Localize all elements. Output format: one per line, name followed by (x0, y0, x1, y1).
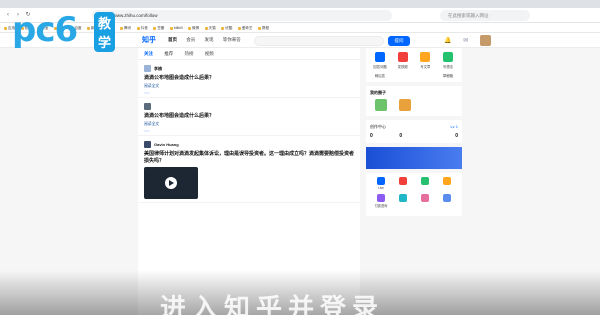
watermark-badge: 教学 (94, 12, 116, 52)
post-video-button[interactable]: 发视频 (393, 52, 413, 69)
answer-later-link[interactable]: 稍后答 (370, 73, 390, 78)
creator-stats: 0 0 0 (370, 133, 458, 139)
ask-button[interactable]: 提问 (388, 36, 410, 46)
browser-tab-strip (0, 0, 600, 8)
bookmark-item[interactable]: 腾讯 (120, 26, 131, 31)
upvote-button[interactable] (144, 92, 150, 94)
header-icons: 🔔 ✉ (444, 37, 478, 44)
author-avatar[interactable] (144, 141, 151, 148)
circles-panel: 我的圈子 (366, 86, 462, 116)
back-icon[interactable]: ‹ (4, 11, 12, 19)
message-icon[interactable]: ✉ (463, 38, 468, 44)
store-icon (443, 194, 451, 202)
bookmark-item[interactable]: 微博 (188, 26, 199, 31)
url-input[interactable]: https://www.zhihu.com/follow (92, 10, 392, 21)
tool-item[interactable] (392, 177, 414, 190)
bookmark-item[interactable]: 天猫 (205, 26, 216, 31)
zhihu-logo[interactable]: 知乎 (142, 35, 156, 45)
promo-banner[interactable] (366, 147, 462, 169)
creator-center-title[interactable]: 创作中心 (370, 124, 386, 130)
nav-home[interactable]: 首页 (168, 37, 177, 42)
author-name[interactable]: Gavin Huang (154, 142, 179, 147)
author-avatar[interactable] (144, 103, 151, 110)
tab-follow[interactable]: 关注 (144, 51, 153, 56)
answer-question-button[interactable]: 回答问题 (370, 52, 390, 69)
feed-card: Gavin Huang 美国律师计划对滴滴发起集体诉讼，理由是误导投资者。这一理… (138, 136, 360, 203)
tutorial-subtitle: 进入知乎并登录 (160, 293, 385, 315)
upvote-button[interactable] (144, 130, 150, 132)
video-thumbnail[interactable] (144, 167, 198, 199)
bookmarks-bar: 应用 知乎 淘宝 京东 百度 新浪 网易 腾讯 抖音 豆瓣 bilibili 微… (0, 23, 600, 33)
nav-vip[interactable]: 会员 (186, 37, 195, 42)
circle-item[interactable] (394, 99, 416, 112)
bulb-icon (442, 52, 453, 62)
card-actions (144, 130, 354, 132)
answer-excerpt[interactable]: 阅读全文 (144, 83, 354, 89)
tool-item[interactable] (414, 194, 436, 208)
write-article-button[interactable]: 写文章 (415, 52, 435, 69)
circles-title: 我的圈子 (370, 90, 386, 95)
bell-icon[interactable]: 🔔 (444, 38, 451, 44)
tab-hot[interactable]: 热榜 (185, 51, 194, 56)
gift-icon (421, 194, 429, 202)
tab-recommend[interactable]: 推荐 (164, 51, 173, 56)
stat-item: 0 (370, 133, 373, 139)
column-icon (443, 177, 451, 185)
main-nav: 首页 会员 发现 等你来答 (168, 37, 249, 43)
tool-item[interactable] (414, 177, 436, 190)
circle-item[interactable] (370, 99, 392, 112)
answer-excerpt[interactable]: 阅读全文 (144, 121, 354, 127)
play-icon[interactable] (165, 177, 177, 189)
site-search-input[interactable] (254, 36, 384, 46)
live-icon (377, 177, 385, 185)
feed-tabs: 关注 推荐 热榜 视频 (138, 48, 360, 60)
tab-video[interactable]: 视频 (205, 51, 214, 56)
browser-address-bar: ‹ › ↻ https://www.zhihu.com/follow 在此搜索或… (0, 8, 600, 23)
level-badge: Lv 1 (450, 124, 458, 129)
feed-card: 滴滴公布地图会造成什么后果？ 阅读全文 (138, 98, 360, 136)
avatar[interactable] (480, 35, 491, 46)
nav-waiting[interactable]: 等你来答 (223, 37, 241, 42)
bookmark-item[interactable]: 豆瓣 (153, 26, 164, 31)
tool-item[interactable] (436, 177, 458, 190)
tool-item[interactable] (392, 194, 414, 208)
bookmark-item[interactable]: 爱奇艺 (238, 26, 253, 31)
question-title[interactable]: 美国律师计划对滴滴发起集体诉讼，理由是误导投资者。这一理由成立吗？滴滴需要赔偿投… (144, 150, 354, 164)
bookmark-item[interactable]: bilibili (170, 26, 183, 30)
author-name[interactable]: 李楠 (154, 66, 162, 72)
nav-discover[interactable]: 发现 (205, 37, 214, 42)
drafts-link[interactable]: 草稿箱 (438, 73, 458, 78)
tool-live[interactable]: Live (370, 177, 392, 190)
pen-icon (420, 52, 431, 62)
stat-item: 0 (399, 133, 403, 139)
book-icon (399, 177, 407, 185)
feed-card: 李楠 滴滴公布地图会造成什么后果？ 阅读全文 (138, 60, 360, 98)
pc6-watermark-logo: pc6 教学 (12, 10, 116, 52)
creator-center-panel: 创作中心 Lv 1 0 0 0 (366, 120, 462, 143)
write-thought-button[interactable]: 写想法 (438, 52, 458, 69)
tools-panel: Live 付费咨询 (366, 173, 462, 216)
video-icon (397, 52, 408, 62)
bookmark-item[interactable]: 携程 (258, 26, 269, 31)
author-avatar[interactable] (144, 65, 151, 72)
site-header: 知乎 首页 会员 发现 等你来答 提问 🔔 ✉ (0, 33, 600, 48)
mooc-icon (399, 194, 407, 202)
tool-consult[interactable]: 付费咨询 (370, 194, 392, 208)
create-panel: 回答问题 发视频 写文章 写想法 稍后答 草稿箱 (366, 48, 462, 82)
watermark-brand: pc6 (12, 10, 78, 50)
question-title[interactable]: 滴滴公布地图会造成什么后果？ (144, 112, 354, 119)
read-more-link[interactable]: 阅读全文 (144, 122, 159, 126)
read-more-link[interactable]: 阅读全文 (144, 84, 159, 88)
browser-search-input[interactable]: 在此搜索或输入网址 (440, 10, 530, 21)
tool-item[interactable] (436, 194, 458, 208)
bookmark-item[interactable]: 优酷 (221, 26, 232, 31)
question-title[interactable]: 滴滴公布地图会造成什么后果？ (144, 74, 354, 81)
stat-item: 0 (455, 133, 458, 139)
answer-icon (375, 52, 385, 62)
card-actions (144, 92, 354, 94)
bookmark-item[interactable]: 抖音 (137, 26, 148, 31)
consult-icon (377, 194, 385, 202)
round-table-icon (421, 177, 429, 185)
